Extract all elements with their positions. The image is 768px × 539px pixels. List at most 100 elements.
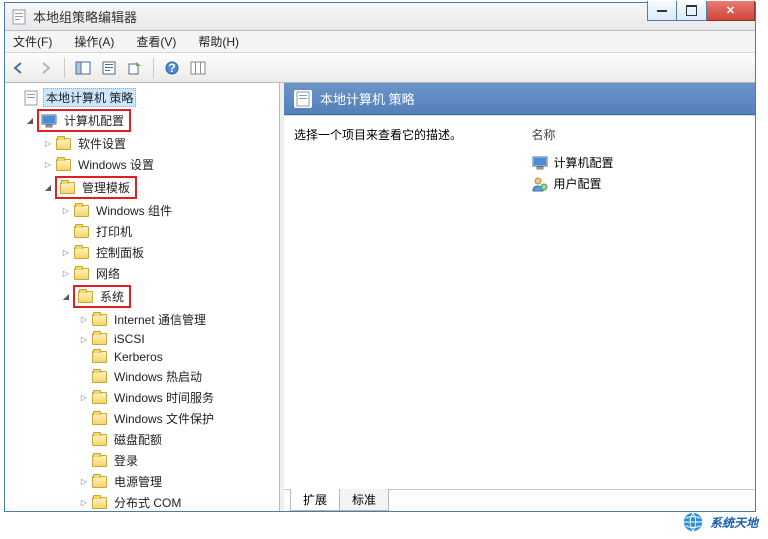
list-item-computer-config[interactable]: 计算机配置	[532, 152, 750, 173]
twisty-icon[interactable]	[77, 334, 91, 345]
toolbar-separator	[64, 58, 65, 78]
tree-label: 管理模板	[79, 178, 133, 197]
folder-icon	[55, 137, 71, 151]
tree-label: 本地计算机 策略	[43, 88, 136, 107]
twisty-icon[interactable]	[41, 182, 55, 193]
twisty-icon[interactable]	[59, 268, 73, 279]
minimize-button[interactable]	[647, 1, 677, 21]
window: 本地组策略编辑器 文件(F) 操作(A) 查看(V) 帮助(H) ? 本地计算机…	[4, 2, 756, 512]
export-button[interactable]	[124, 57, 146, 79]
tree-label: Windows 时间服务	[111, 388, 217, 407]
right-header: 本地计算机 策略	[284, 83, 755, 115]
menubar: 文件(F) 操作(A) 查看(V) 帮助(H)	[5, 31, 755, 53]
folder-icon	[91, 475, 107, 489]
body: 本地计算机 策略 计算机配置 软件设置 Windows 设置	[5, 83, 755, 511]
menu-help[interactable]: 帮助(H)	[194, 31, 243, 52]
list-item-user-config[interactable]: 用户配置	[532, 173, 750, 194]
user-icon	[532, 176, 548, 192]
svg-text:?: ?	[168, 61, 175, 75]
computer-icon	[532, 156, 548, 170]
app-icon	[11, 9, 27, 25]
tree-windows-components[interactable]: Windows 组件	[7, 200, 277, 221]
menu-action[interactable]: 操作(A)	[70, 31, 118, 52]
filter-button[interactable]	[187, 57, 209, 79]
window-buttons	[647, 1, 755, 21]
toolbar-separator	[153, 58, 154, 78]
tab-extended[interactable]: 扩展	[290, 489, 340, 511]
tree-label: 网络	[93, 264, 123, 283]
column-header-name[interactable]: 名称	[532, 126, 750, 148]
twisty-icon[interactable]	[59, 247, 73, 258]
right-content: 选择一个项目来查看它的描述。 名称 计算机配置 用户配置	[284, 115, 755, 489]
folder-icon	[91, 350, 107, 364]
tree-win-time[interactable]: Windows 时间服务	[7, 387, 277, 408]
folder-icon	[91, 332, 107, 346]
tree-dcom[interactable]: 分布式 COM	[7, 492, 277, 511]
tree-label: Windows 热启动	[111, 367, 205, 386]
tree-network[interactable]: 网络	[7, 263, 277, 284]
menu-file[interactable]: 文件(F)	[9, 31, 56, 52]
tree-label: 控制面板	[93, 243, 147, 262]
list-item-label: 计算机配置	[554, 154, 614, 171]
menu-view[interactable]: 查看(V)	[132, 31, 180, 52]
toolbar: ?	[5, 53, 755, 83]
back-button[interactable]	[9, 57, 31, 79]
folder-icon	[91, 433, 107, 447]
help-button[interactable]: ?	[161, 57, 183, 79]
folder-icon	[73, 204, 89, 218]
tree-hot-start[interactable]: Windows 热启动	[7, 366, 277, 387]
tree-label: Windows 设置	[75, 155, 157, 174]
right-header-title: 本地计算机 策略	[320, 89, 415, 108]
tree-iscsi[interactable]: iSCSI	[7, 330, 277, 348]
tree-label: Windows 文件保护	[111, 409, 217, 428]
folder-icon	[91, 391, 107, 405]
folder-icon	[91, 313, 107, 327]
close-button[interactable]	[707, 1, 755, 21]
folder-icon	[91, 496, 107, 510]
tree-control-panel[interactable]: 控制面板	[7, 242, 277, 263]
tree-login[interactable]: 登录	[7, 450, 277, 471]
tree-label: 系统	[97, 287, 127, 306]
tree-file-protect[interactable]: Windows 文件保护	[7, 408, 277, 429]
tree-root[interactable]: 本地计算机 策略	[7, 87, 277, 108]
tree-label: 计算机配置	[61, 111, 127, 130]
tree-pane[interactable]: 本地计算机 策略 计算机配置 软件设置 Windows 设置	[5, 83, 280, 511]
folder-icon	[91, 454, 107, 468]
tree-disk-quota[interactable]: 磁盘配额	[7, 429, 277, 450]
tree-windows-settings[interactable]: Windows 设置	[7, 154, 277, 175]
tree-admin-templates[interactable]: 管理模板	[7, 175, 277, 200]
twisty-icon[interactable]	[23, 115, 37, 126]
folder-icon	[73, 225, 89, 239]
twisty-icon[interactable]	[77, 314, 91, 325]
watermark-text: 系统天地	[710, 514, 758, 531]
tab-standard[interactable]: 标准	[339, 489, 389, 511]
policy-icon	[294, 90, 312, 108]
twisty-icon[interactable]	[59, 205, 73, 216]
tree-printers[interactable]: 打印机	[7, 221, 277, 242]
tree-label: 分布式 COM	[111, 493, 184, 511]
properties-button[interactable]	[98, 57, 120, 79]
maximize-button[interactable]	[677, 1, 707, 21]
forward-button[interactable]	[35, 57, 57, 79]
tree-label: Kerberos	[111, 349, 166, 365]
folder-icon	[91, 370, 107, 384]
show-hide-tree-button[interactable]	[72, 57, 94, 79]
tree-system[interactable]: 系统	[7, 284, 277, 309]
twisty-icon[interactable]	[77, 476, 91, 487]
folder-icon	[91, 412, 107, 426]
twisty-icon[interactable]	[77, 497, 91, 508]
tree-computer-config[interactable]: 计算机配置	[7, 108, 277, 133]
policy-icon	[23, 91, 39, 105]
tree-kerberos[interactable]: Kerberos	[7, 348, 277, 366]
twisty-icon[interactable]	[41, 159, 55, 170]
twisty-icon[interactable]	[59, 291, 73, 302]
highlight: 系统	[73, 285, 131, 308]
twisty-icon[interactable]	[41, 138, 55, 149]
folder-icon	[73, 246, 89, 260]
tree-label: 电源管理	[111, 472, 165, 491]
list-item-label: 用户配置	[554, 175, 602, 192]
tree-internet-comm[interactable]: Internet 通信管理	[7, 309, 277, 330]
tree-power-mgmt[interactable]: 电源管理	[7, 471, 277, 492]
tree-software-settings[interactable]: 软件设置	[7, 133, 277, 154]
twisty-icon[interactable]	[77, 392, 91, 403]
